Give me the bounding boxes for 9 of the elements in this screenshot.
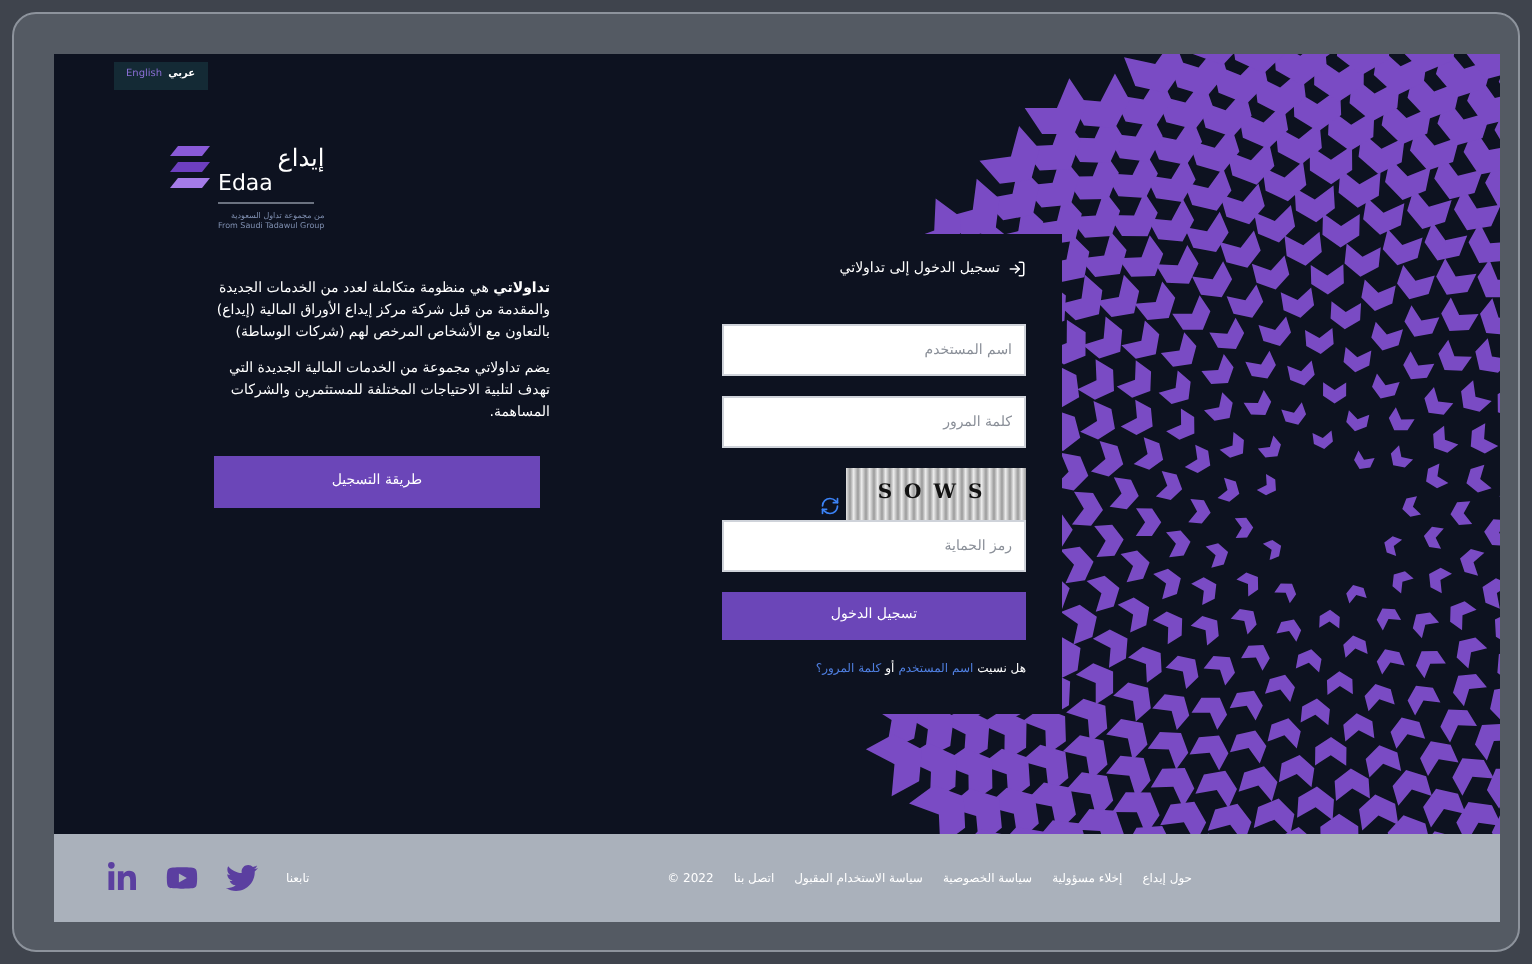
- logo-english-name: Edaa: [218, 171, 275, 195]
- video-play-icon[interactable]: [166, 862, 198, 894]
- login-icon: [1008, 259, 1026, 278]
- linkedin-icon[interactable]: [106, 862, 138, 894]
- logo-arabic-name: إيداع: [275, 145, 325, 171]
- bird-icon[interactable]: [226, 862, 258, 894]
- logo-mark-icon: [170, 145, 210, 189]
- refresh-icon[interactable]: [820, 495, 840, 515]
- captcha-text: SOWS: [877, 480, 995, 508]
